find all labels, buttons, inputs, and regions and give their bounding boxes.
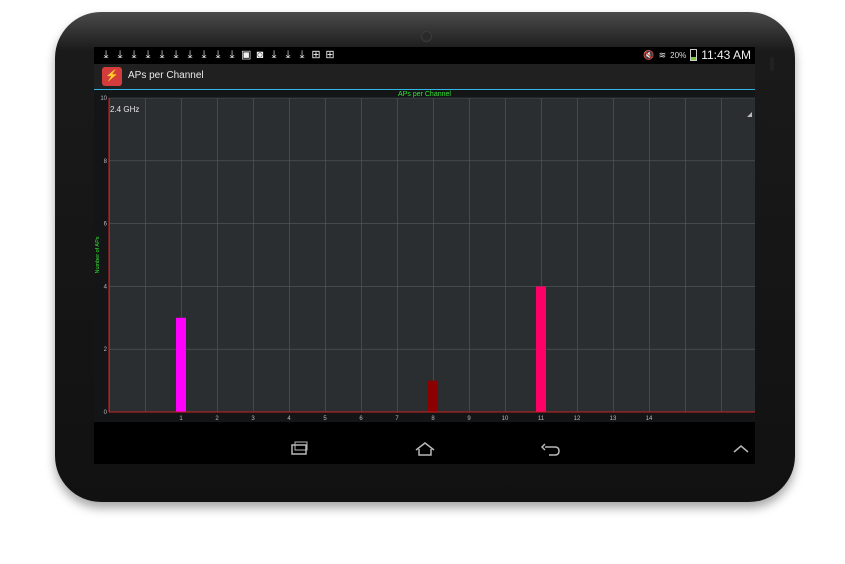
y-tick-label: 4 [104,284,108,290]
download-icon[interactable]: ⤓ [115,48,125,62]
y-tick-label: 8 [104,159,108,165]
app-logo-icon[interactable]: ⚡ [102,67,122,86]
battery-percent: 20% [670,50,687,60]
band-selector-value: 2.4 GHz [110,105,140,114]
y-tick-label: 10 [100,96,107,102]
chevron-up-icon [733,445,749,453]
y-tick-label: 2 [104,347,108,353]
download-icon[interactable]: ⤓ [171,48,181,62]
back-button[interactable] [537,439,563,459]
navigation-bar [94,434,755,464]
bar-channel-8 [428,380,438,412]
download-icon[interactable]: ⤓ [199,48,209,62]
home-icon [415,442,435,456]
recent-apps-button[interactable] [286,439,312,459]
battery-icon [690,49,698,61]
action-bar: ⚡ APs per Channel [94,64,755,90]
y-axis-title: Number of APs [95,236,101,273]
shopping-bag-icon[interactable]: ⊞ [325,48,335,62]
download-icon[interactable]: ⤓ [227,48,237,62]
download-icon[interactable]: ⤓ [157,48,167,62]
screen: ⤓ ⤓ ⤓ ⤓ ⤓ ⤓ ⤓ ⤓ ⤓ ⤓ ▣ ◙ ⤓ ⤓ ⤓ ⊞ ⊞ 🔇 ≋ 20% 11:43 AM ⚡ APs… [94,47,755,464]
page-title: APs per Channel [128,70,204,81]
clock: 11:43 AM [701,48,751,62]
mute-icon: 🔇 [643,49,655,60]
image-icon[interactable]: ▣ [241,48,251,62]
side-button [770,57,774,71]
menu-up-button[interactable] [728,439,754,459]
plot-background [109,98,755,412]
download-icon[interactable]: ⤓ [101,48,111,62]
home-button[interactable] [412,439,438,459]
aps-per-channel-chart: 02468101234567891011121314ChannelsNumber… [95,96,755,422]
bar-channel-11 [536,286,546,412]
dropdown-corner-icon [747,112,752,117]
download-icon[interactable]: ⤓ [269,48,279,62]
download-icon[interactable]: ⤓ [185,48,195,62]
camera-icon[interactable]: ◙ [255,48,265,62]
back-icon [540,443,560,456]
download-icon[interactable]: ⤓ [213,48,223,62]
y-tick-label: 6 [104,222,108,228]
recent-apps-icon [291,441,308,455]
status-indicators: 🔇 ≋ 20% 11:43 AM [643,48,751,62]
download-icon[interactable]: ⤓ [283,48,293,62]
status-bar: ⤓ ⤓ ⤓ ⤓ ⤓ ⤓ ⤓ ⤓ ⤓ ⤓ ▣ ◙ ⤓ ⤓ ⤓ ⊞ ⊞ 🔇 ≋ 20% 11:43 AM [94,47,755,64]
chart-area: APs per Channel 0 2 4 6 8 10 1 2 3 4 5 6 7 8 9 10 11 12 13… [94,90,755,422]
band-selector[interactable]: 2.4 GHz [108,103,754,117]
shopping-bag-icon[interactable]: ⊞ [311,48,321,62]
y-tick-label: 0 [104,410,108,416]
bar-channel-1 [176,317,186,412]
bottom-strip [94,422,755,434]
chart-grid [109,97,755,413]
download-icon[interactable]: ⤓ [297,48,307,62]
download-icon[interactable]: ⤓ [129,48,139,62]
wifi-icon: ≋ [658,49,667,60]
download-icon[interactable]: ⤓ [143,48,153,62]
front-camera [421,31,432,42]
notification-icons: ⤓ ⤓ ⤓ ⤓ ⤓ ⤓ ⤓ ⤓ ⤓ ⤓ ▣ ◙ ⤓ ⤓ ⤓ ⊞ ⊞ [101,48,335,62]
